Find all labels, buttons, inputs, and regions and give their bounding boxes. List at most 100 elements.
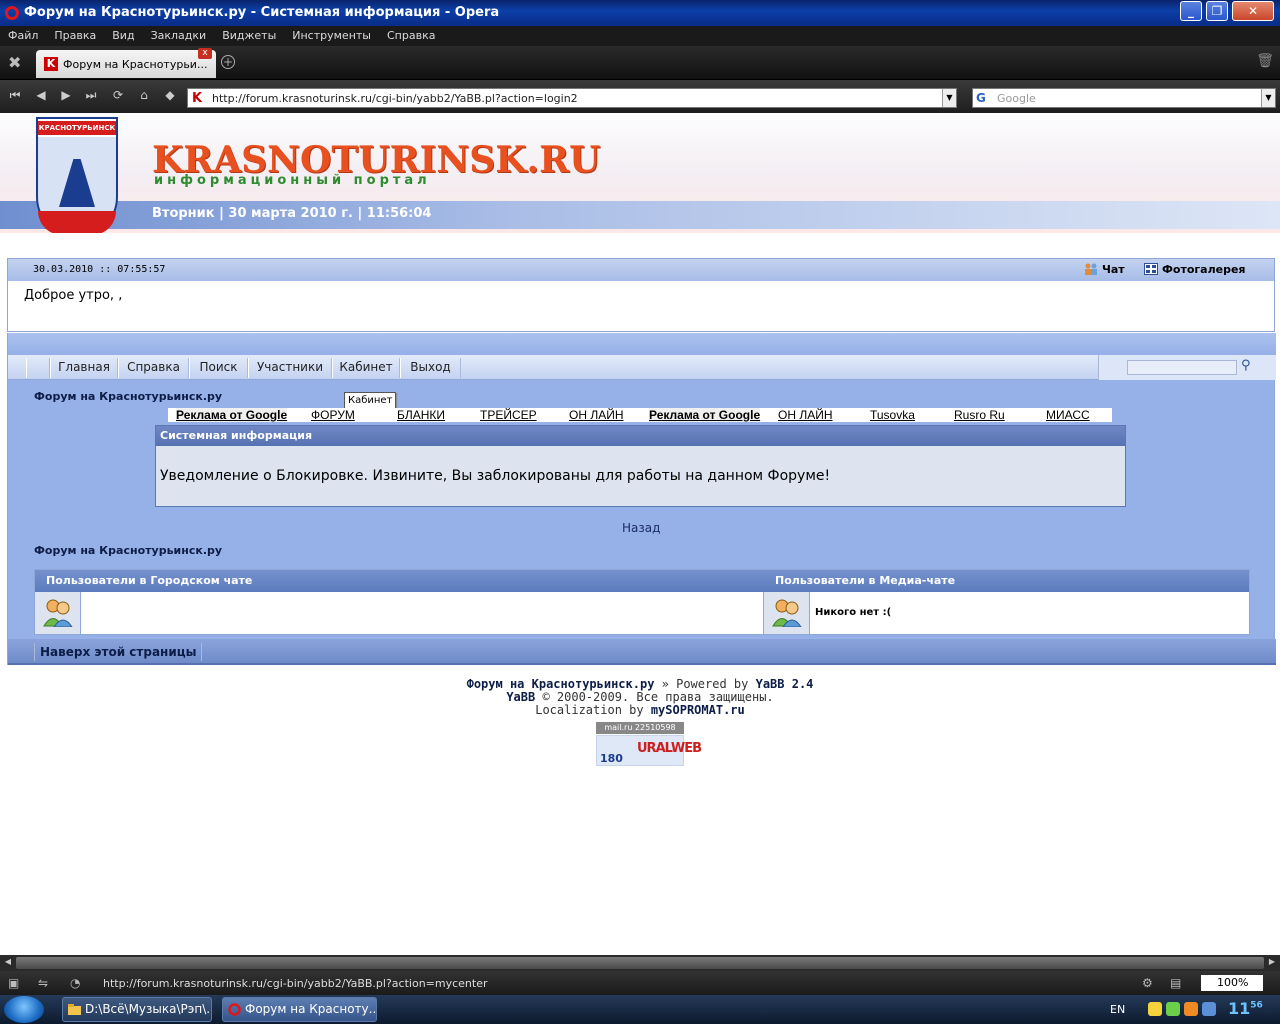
tray-player-icon[interactable] <box>1184 1002 1198 1016</box>
new-tab-icon[interactable]: + <box>221 55 235 69</box>
address-url[interactable]: http://forum.krasnoturinsk.ru/cgi-bin/ya… <box>212 92 578 105</box>
city-crest-logo[interactable]: КРАСНОТУРЬИНСК <box>36 117 118 233</box>
language-indicator[interactable]: EN <box>1110 1003 1125 1016</box>
minimize-button[interactable]: _ <box>1180 1 1202 21</box>
zoom-level[interactable]: 100% <box>1201 975 1263 991</box>
taskbar-opera[interactable]: Форум на Красноту... <box>222 997 377 1022</box>
back-to-top-link[interactable]: Наверх этой страницы <box>34 643 203 661</box>
menu-view[interactable]: Вид <box>104 26 142 42</box>
tab-favicon-icon: K <box>44 57 58 71</box>
nav-tab-search[interactable]: Поиск <box>189 358 248 378</box>
clock-minutes: 56 <box>1250 1000 1263 1011</box>
taskbar-explorer[interactable]: D:\Всё\Музыка\Рэп\... <box>62 997 212 1022</box>
menu-help[interactable]: Справка <box>379 26 443 42</box>
footer-localization-link[interactable]: mySOPROMAT.ru <box>651 703 745 717</box>
wand-icon[interactable]: ◆ <box>161 88 179 104</box>
uralweb-counter[interactable]: 180 URALWEB <box>596 735 702 766</box>
rewind-icon[interactable]: ⏮ <box>6 88 24 104</box>
uralweb-counter-number: 180 <box>600 752 623 765</box>
opera-icon <box>228 1003 241 1016</box>
tab-close-icon[interactable]: x <box>198 48 212 59</box>
menu-tools[interactable]: Инструменты <box>284 26 379 42</box>
ad-google-link-left[interactable]: Реклама от Google <box>176 408 288 422</box>
panel-toggle-icon[interactable]: ▣ <box>8 976 24 990</box>
images-toggle-icon[interactable]: ▤ <box>1170 976 1186 990</box>
menu-widgets[interactable]: Виджеты <box>214 26 284 42</box>
turbo-icon[interactable]: ⚙ <box>1142 976 1158 990</box>
nav-tab-logout[interactable]: Выход <box>400 358 461 378</box>
footer-engine-link[interactable]: YaBB 2.4 <box>756 677 814 691</box>
forum-title-bottom[interactable]: Форум на Краснотурьинск.ру <box>34 544 222 557</box>
ad-link-tusovka[interactable]: Tusovka <box>870 408 915 422</box>
ad-link-online-right[interactable]: ОН ЛАЙН <box>778 408 833 422</box>
address-field[interactable]: K http://forum.krasnoturinsk.ru/cgi-bin/… <box>187 88 957 108</box>
scroll-left-icon[interactable]: ◀ <box>1 957 15 969</box>
magnifier-search-icon[interactable]: ⚲ <box>1241 358 1251 373</box>
start-button[interactable] <box>4 996 44 1023</box>
tray-shield-icon[interactable] <box>1166 1002 1180 1016</box>
site-favicon-icon: K <box>192 91 203 106</box>
tray-network-icon[interactable] <box>1202 1002 1216 1016</box>
tray-app-icon[interactable] <box>1148 1002 1162 1016</box>
header-date: Вторник | 30 марта 2010 г. | 11:56:04 <box>152 206 432 221</box>
horizontal-scrollbar[interactable]: ◀ ▶ <box>0 955 1280 971</box>
ad-link-forum[interactable]: ФОРУМ <box>311 408 355 422</box>
forum-search-input[interactable] <box>1127 360 1237 375</box>
scrollbar-thumb[interactable] <box>16 957 1264 969</box>
scroll-right-icon[interactable]: ▶ <box>1265 957 1279 969</box>
main-top-band <box>8 333 1276 355</box>
footer-yabb-link[interactable]: YaBB <box>506 690 535 704</box>
back-icon[interactable]: ◀ <box>32 88 50 104</box>
close-window-button[interactable]: ✕ <box>1232 1 1274 21</box>
ad-link-miass[interactable]: МИАСС <box>1046 408 1090 422</box>
speed-dial-icon[interactable]: ◔ <box>70 976 86 990</box>
tools-wrench-icon[interactable]: ✖ <box>8 53 28 73</box>
footer-site-link[interactable]: Форум на Краснотурьинск.ру <box>467 677 655 691</box>
tab-label: Форум на Краснотурьи... <box>63 58 208 71</box>
footer-localization-label: Localization by <box>535 703 651 717</box>
window-title-bar[interactable]: Форум на Краснотурьинск.ру - Системная и… <box>0 0 1280 26</box>
crest-tower-icon <box>59 147 95 207</box>
chat-users-icon <box>1085 263 1097 275</box>
forward-icon[interactable]: ▶ <box>57 88 75 104</box>
menu-file[interactable]: Файл <box>0 26 46 42</box>
ad-google-link-right[interactable]: Реклама от Google <box>649 408 761 422</box>
restore-button[interactable]: ❐ <box>1206 1 1228 21</box>
menu-bookmarks[interactable]: Закладки <box>143 26 215 42</box>
gallery-link[interactable]: Фотогалерея <box>1144 263 1245 276</box>
ad-link-online-left[interactable]: ОН ЛАЙН <box>569 408 624 422</box>
menu-edit[interactable]: Правка <box>46 26 104 42</box>
page-footer: Форум на Краснотурьинск.ру » Powered by … <box>0 678 1280 717</box>
mailru-counter[interactable]: mail.ru 22510598 <box>596 722 684 734</box>
site-tagline: информационный портал <box>154 173 431 188</box>
chat-link[interactable]: Чат <box>1084 263 1125 276</box>
tooltip: Кабинет <box>344 392 397 409</box>
forum-title[interactable]: Форум на Краснотурьинск.ру <box>34 390 222 403</box>
media-chat-nobody: Никого нет :( <box>815 607 892 618</box>
back-link[interactable]: Назад <box>622 521 660 535</box>
footer-line-3: Localization by mySOPROMAT.ru <box>0 704 1280 717</box>
users-group-icon <box>43 599 73 627</box>
nav-tab-members[interactable]: Участники <box>248 358 332 378</box>
folder-icon <box>68 1004 81 1015</box>
ad-link-rusro[interactable]: Rusro Ru <box>954 408 1005 422</box>
ad-link-forms[interactable]: БЛАНКИ <box>397 408 445 422</box>
home-icon[interactable]: ⌂ <box>135 88 153 104</box>
network-icon[interactable]: ⇋ <box>38 976 54 990</box>
taskbar-clock[interactable]: 1156 <box>1228 999 1263 1018</box>
system-info-header: Системная информация <box>156 426 1125 446</box>
search-dropdown-icon[interactable]: ▼ <box>1261 89 1275 107</box>
nav-tab-home[interactable]: Главная <box>50 358 118 378</box>
address-dropdown-icon[interactable]: ▼ <box>942 89 956 107</box>
trash-icon[interactable]: 🗑 <box>1256 53 1274 69</box>
fast-forward-icon[interactable]: ⏭ <box>82 88 100 104</box>
reload-icon[interactable]: ⟳ <box>109 88 127 104</box>
tab-forum[interactable]: K Форум на Краснотурьи... x <box>36 48 216 78</box>
ad-links-bar: Реклама от Google ФОРУМ БЛАНКИ ТРЕЙСЕР О… <box>168 408 1112 422</box>
ad-link-tracer[interactable]: ТРЕЙСЕР <box>480 408 537 422</box>
search-field[interactable]: G Google ▼ <box>972 88 1276 108</box>
footer-powered-by: » Powered by <box>654 677 756 691</box>
nav-tab-help[interactable]: Справка <box>118 358 189 378</box>
nav-tab-profile[interactable]: Кабинет <box>332 358 400 378</box>
footer-copyright: © 2000-2009. Все права защищены. <box>535 690 774 704</box>
